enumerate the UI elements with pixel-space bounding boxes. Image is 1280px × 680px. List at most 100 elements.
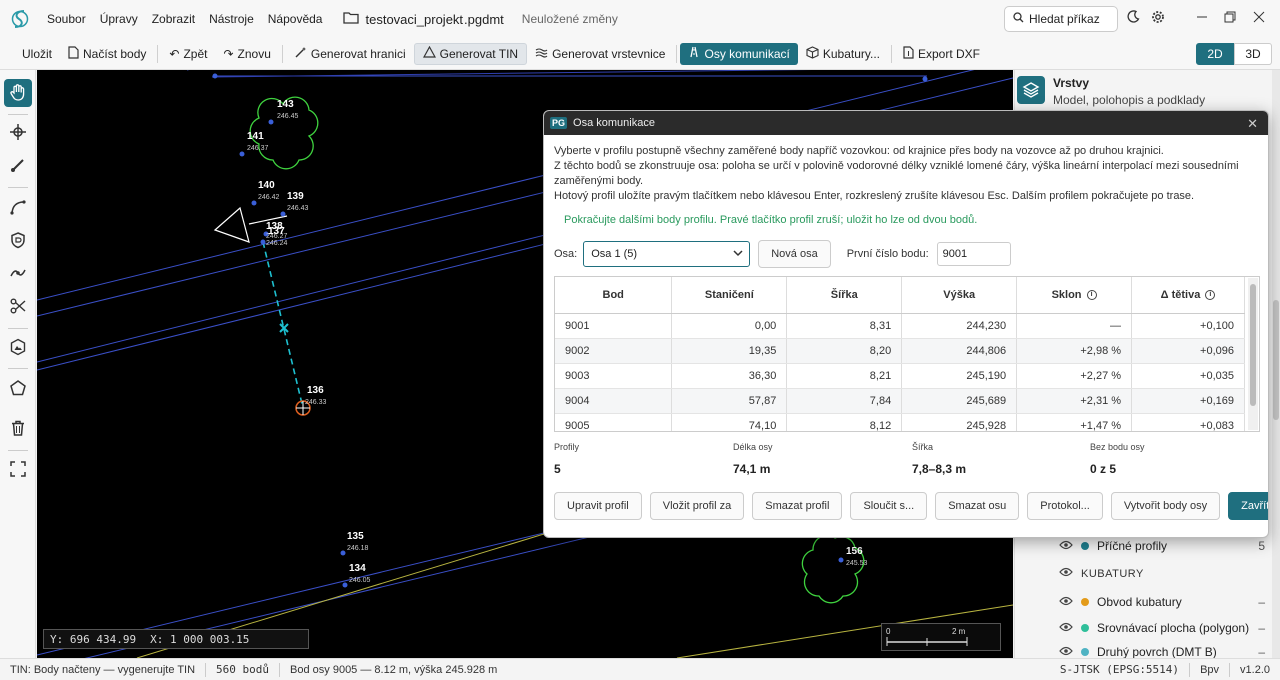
connect-tool[interactable] [4, 260, 32, 288]
protocol-button[interactable]: Protokol... [1027, 492, 1103, 520]
close-window-icon[interactable] [1253, 10, 1265, 26]
layer-row-volume-outline[interactable]: Obvod kubatury – [1059, 592, 1265, 612]
delete-tool[interactable] [4, 415, 32, 443]
merge-with-button[interactable]: Sloučit s... [850, 492, 928, 520]
polyline-tool[interactable] [4, 194, 32, 222]
menu-tools[interactable]: Nástroje [202, 12, 261, 26]
dark-mode-icon[interactable] [1127, 10, 1140, 26]
fit-view-tool[interactable] [4, 456, 32, 484]
table-row[interactable]: 9003 36,30 8,21 245,190 +2,27 % +0,035 [555, 363, 1245, 389]
axis-select[interactable]: Osa 1 (5) [583, 241, 751, 267]
view-3d-button[interactable]: 3D [1234, 43, 1272, 65]
save-label: Uložit [22, 46, 53, 61]
layers-scrollbar[interactable] [1272, 70, 1280, 658]
close-dialog-button[interactable]: Zavřít [1228, 492, 1268, 520]
load-points-label: Načíst body [83, 46, 147, 61]
dialog-header[interactable]: PG Osa komunikace ✕ [544, 111, 1268, 135]
draw-tool[interactable] [4, 152, 32, 180]
scrollbar-thumb[interactable] [1273, 300, 1279, 420]
redo-button[interactable]: ↷ Znovu [215, 43, 278, 65]
menu-help[interactable]: Nápověda [261, 12, 330, 26]
delete-axis-button[interactable]: Smazat osu [935, 492, 1020, 520]
add-point-tool[interactable] [4, 119, 32, 147]
volumes-section-header[interactable]: KUBATURY [1059, 567, 1144, 580]
table-row[interactable]: 9002 19,35 8,20 244,806 +2,98 % +0,096 [555, 338, 1245, 364]
axis-select-value: Osa 1 (5) [591, 248, 638, 260]
eye-icon[interactable] [1059, 645, 1073, 659]
command-search-button[interactable]: Hledat příkaz [1004, 6, 1118, 32]
generate-boundary-button[interactable]: Generovat hranici [286, 43, 414, 65]
first-point-label: První číslo bodu: [846, 248, 929, 260]
stat-axis-length: Délka osy 74,1 m [733, 442, 773, 476]
menu-file[interactable]: Soubor [40, 12, 93, 26]
column-header-point[interactable]: Bod [555, 277, 673, 314]
layer-row-reference-plane[interactable]: Srovnávací plocha (polygon) – [1059, 618, 1265, 638]
column-header-station[interactable]: Staničení [671, 277, 788, 314]
generate-contours-button[interactable]: Generovat vrstevnice [527, 43, 673, 65]
eye-icon[interactable] [1059, 621, 1073, 635]
maximize-icon[interactable] [1224, 10, 1236, 26]
hand-icon [9, 83, 27, 104]
toolbar-divider [157, 44, 159, 63]
menu-edit[interactable]: Úpravy [93, 12, 145, 26]
point-label-height: 246.45 [277, 113, 299, 120]
layer-color-dot [1081, 624, 1089, 632]
settings-gear-icon[interactable] [1151, 10, 1165, 27]
cell-slope: +2,98 % [1016, 338, 1133, 364]
polygon-icon [9, 379, 27, 400]
save-button[interactable]: Uložit [14, 43, 60, 65]
layer-row-cross-profiles[interactable]: Příčné profily 5 [1059, 536, 1265, 556]
elevation-tool[interactable] [4, 334, 32, 362]
eye-icon[interactable] [1059, 539, 1073, 553]
column-header-chord[interactable]: Δ tětiva i [1131, 277, 1245, 314]
scale-bar: 0 2 m [881, 623, 1001, 651]
cell-height: 244,806 [901, 338, 1018, 364]
column-header-slope[interactable]: Sklon i [1016, 277, 1133, 314]
view-2d-button[interactable]: 2D [1196, 43, 1234, 65]
minimize-icon[interactable] [1196, 10, 1208, 26]
cut-tool[interactable] [4, 293, 32, 321]
search-icon [1013, 12, 1024, 26]
cell-chord: +0,035 [1131, 363, 1245, 389]
scissors-icon [9, 297, 27, 318]
scrollbar-thumb[interactable] [1250, 284, 1256, 406]
insert-profile-after-button[interactable]: Vložit profil za [649, 492, 745, 520]
close-icon[interactable]: ✕ [1247, 116, 1258, 132]
generate-tin-button[interactable]: Generovat TIN [413, 42, 528, 65]
volumes-button[interactable]: Kubatury... [798, 43, 888, 65]
table-scrollbar[interactable] [1248, 278, 1258, 430]
info-icon[interactable]: i [1205, 289, 1216, 300]
redo-icon: ↷ [223, 46, 234, 61]
table-row[interactable]: 9005 74,10 8,12 245,928 +1,47 % +0,083 [555, 413, 1245, 431]
cell-station: 36,30 [671, 363, 788, 389]
instruction-text: Hotový profil uložíte pravým tlačítkem n… [554, 190, 1195, 202]
edit-profile-button[interactable]: Upravit profil [554, 492, 642, 520]
menu-view[interactable]: Zobrazit [145, 12, 202, 26]
stat-value: 0 z 5 [1090, 462, 1117, 476]
column-header-height[interactable]: Výška [901, 277, 1018, 314]
road-axes-button[interactable]: Osy komunikací [680, 42, 798, 65]
cell-chord: +0,100 [1131, 313, 1245, 339]
eye-icon[interactable] [1059, 567, 1073, 580]
layer-label: Druhý povrch (DMT B) [1097, 645, 1217, 659]
polygon-tool[interactable] [4, 375, 32, 403]
cell-chord: +0,169 [1131, 388, 1245, 414]
delete-profile-button[interactable]: Smazat profil [752, 492, 843, 520]
column-header-width[interactable]: Šířka [786, 277, 903, 314]
undo-button[interactable]: ↶ Zpět [161, 43, 215, 65]
load-points-button[interactable]: Načíst body [60, 43, 154, 65]
shield-tool[interactable] [4, 227, 32, 255]
title-bar: Soubor Úpravy Zobrazit Nástroje Nápověda… [0, 0, 1280, 38]
export-dxf-button[interactable]: Export DXF [895, 43, 988, 65]
new-axis-button[interactable]: Nová osa [758, 240, 831, 268]
create-axis-points-button[interactable]: Vytvořit body osy [1110, 492, 1221, 520]
table-row[interactable]: 9001 0,00 8,31 244,230 — +0,100 [555, 313, 1245, 339]
status-crs: S-JTSK (EPSG:5514) [1059, 663, 1180, 676]
first-point-input[interactable]: 9001 [936, 242, 1011, 266]
pan-hand-tool[interactable] [4, 79, 32, 107]
cell-chord: +0,096 [1131, 338, 1245, 364]
point-label-height: 246.33 [305, 399, 327, 406]
eye-icon[interactable] [1059, 595, 1073, 609]
info-icon[interactable]: i [1086, 289, 1097, 300]
table-row[interactable]: 9004 57,87 7,84 245,689 +2,31 % +0,169 [555, 388, 1245, 414]
